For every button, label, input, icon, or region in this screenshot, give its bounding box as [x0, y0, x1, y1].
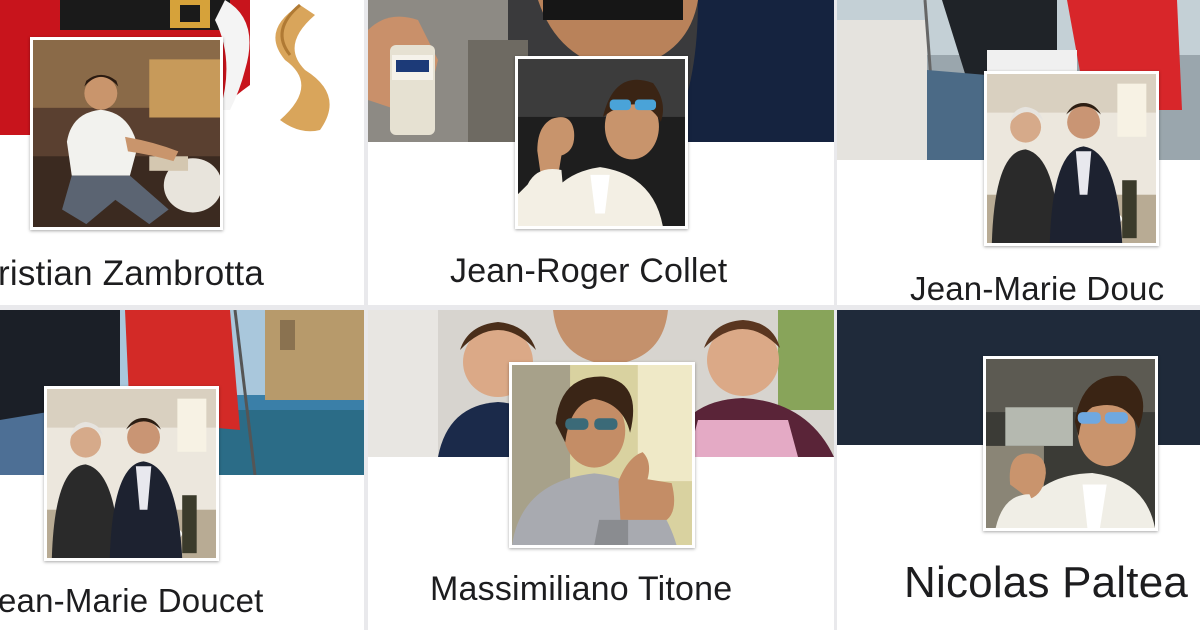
profile-card-6[interactable]: Nicolas Paltea [837, 310, 1200, 630]
profile-picture-5[interactable] [509, 362, 695, 548]
profile-picture-4[interactable] [44, 386, 219, 561]
profile-picture-1[interactable] [30, 37, 223, 230]
profile-name-1[interactable]: ristian Zambrotta [0, 254, 264, 294]
grid-divider-left [364, 0, 368, 630]
profile-name-6[interactable]: Nicolas Paltea [904, 558, 1188, 608]
profile-card-1[interactable]: ristian Zambrotta [0, 0, 364, 305]
grid-divider-right [834, 0, 837, 630]
grid-divider-horizontal [0, 305, 1200, 310]
profile-picture-3[interactable] [984, 71, 1159, 246]
profile-picture-2[interactable] [515, 56, 688, 229]
profile-card-2[interactable]: Jean-Roger Collet [368, 0, 834, 305]
profile-name-5[interactable]: Massimiliano Titone [430, 570, 732, 609]
profile-name-4[interactable]: ean-Marie Doucet [0, 582, 264, 620]
profile-name-3[interactable]: Jean-Marie Douc [910, 270, 1164, 305]
profile-card-3[interactable]: Jean-Marie Douc [837, 0, 1200, 305]
profile-card-4[interactable]: ean-Marie Doucet [0, 310, 364, 630]
profile-name-2[interactable]: Jean-Roger Collet [450, 252, 727, 291]
profile-picture-6[interactable] [983, 356, 1158, 531]
profile-card-5[interactable]: Massimiliano Titone [368, 310, 834, 630]
